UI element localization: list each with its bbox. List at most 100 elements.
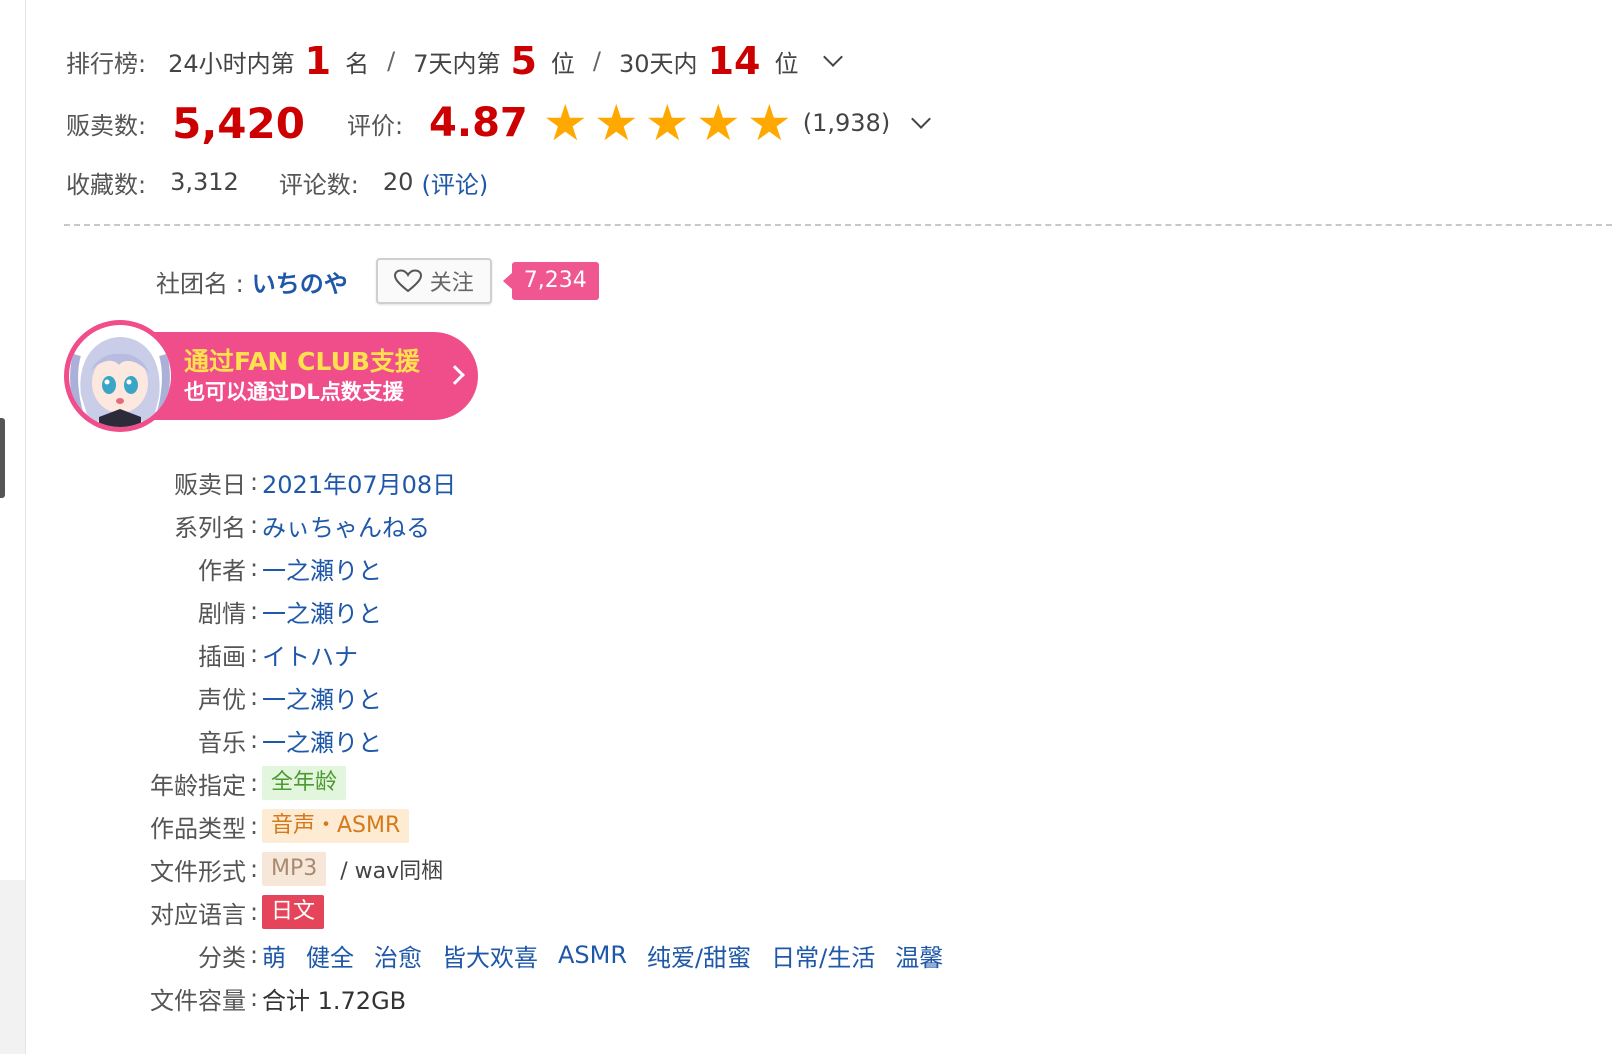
illustration-link[interactable]: イトハナ: [262, 637, 358, 672]
rank-7d-prefix: 7天内第: [413, 49, 501, 78]
info-colon: :: [250, 941, 259, 969]
work-type-label: 作品类型: [150, 814, 246, 843]
fanclub-banner[interactable]: 通过FAN CLUB支援 也可以通过DL点数支援: [64, 320, 480, 432]
info-row-language: 对应语言 : 日文: [0, 892, 325, 932]
info-colon: :: [250, 554, 259, 582]
file-format-tag[interactable]: MP3: [262, 852, 327, 886]
info-colon: :: [250, 597, 259, 625]
genre-link[interactable]: 健全: [306, 938, 354, 973]
chevron-down-icon[interactable]: [911, 109, 932, 129]
info-colon: :: [250, 812, 259, 840]
circle-row: 社团名 : いちのや 关注 7,234: [156, 258, 599, 304]
info-colon: :: [250, 726, 259, 754]
info-row-music: 音乐 : 一之瀬りと: [0, 720, 382, 760]
info-row-age-rating: 年龄指定 : 全年龄: [0, 763, 347, 803]
music-label: 音乐: [198, 728, 246, 757]
favorites-value: 3,312: [170, 168, 239, 196]
circle-label: 社团名 :: [156, 269, 244, 298]
rank-30d-suffix: 位: [774, 49, 799, 78]
favorites-row: 收藏数: 3,312 评论数: 20 (评论): [66, 154, 928, 210]
rank-30d-prefix: 30天内: [619, 49, 698, 78]
illustration-label: 插画: [198, 642, 246, 671]
release-date-label: 贩卖日: [174, 470, 246, 499]
rank-7d-value: 5: [510, 39, 537, 83]
chevron-down-icon[interactable]: [823, 47, 844, 67]
info-row-voice: 声优 : 一之瀬りと: [0, 677, 382, 717]
comments-link[interactable]: (评论): [421, 165, 488, 200]
work-type-tag[interactable]: 音声・ASMR: [262, 809, 410, 843]
rating-value: 4.87: [429, 100, 528, 146]
fanclub-title: 通过FAN CLUB支援: [184, 347, 420, 376]
rank-30d-value: 14: [707, 39, 761, 83]
rating-stars: ★ ★ ★ ★ ★: [540, 98, 795, 148]
music-link[interactable]: 一之瀬りと: [262, 723, 382, 758]
info-colon: :: [250, 855, 259, 883]
info-row-file-format: 文件形式 : MP3 / wav同梱: [0, 849, 443, 889]
character-avatar-image: [69, 325, 171, 427]
star-icon: ★: [644, 94, 690, 152]
info-row-genres: 分类 : 萌 健全 治愈 皆大欢喜 ASMR 纯爱/甜蜜 日常/生活 温馨: [0, 935, 963, 975]
stats-panel: 排行榜: 24小时内第 1 名 / 7天内第 5 位 / 30天内 14 位 贩…: [66, 30, 932, 210]
fanclub-subtitle: 也可以通过DL点数支援: [184, 380, 404, 404]
star-icon: ★: [695, 94, 741, 152]
comments-label: 评论数:: [278, 170, 359, 199]
rank-separator: /: [387, 47, 396, 75]
genre-link[interactable]: 温馨: [895, 938, 943, 973]
comments-value: 20: [382, 168, 414, 196]
file-format-extra: / wav同梱: [340, 859, 444, 884]
genre-link[interactable]: 纯爱/甜蜜: [647, 938, 751, 973]
language-tag[interactable]: 日文: [262, 895, 325, 929]
info-row-work-type: 作品类型 : 音声・ASMR: [0, 806, 410, 846]
rating-count: (1,938): [802, 109, 891, 137]
info-colon: :: [250, 898, 259, 926]
age-rating-label: 年龄指定: [150, 771, 246, 800]
info-row-series: 系列名 : みぃちゃんねる: [0, 505, 430, 545]
star-icon: ★: [542, 94, 588, 152]
info-colon: :: [250, 984, 259, 1012]
star-icon: ★: [746, 94, 792, 152]
sales-label: 贩卖数:: [66, 111, 147, 140]
series-label: 系列名: [174, 513, 246, 542]
info-row-release-date: 贩卖日 : 2021年07月08日: [0, 462, 456, 502]
rating-label: 评价:: [346, 111, 404, 140]
rank-7d-suffix: 位: [550, 49, 575, 78]
info-row-illustration: 插画 : イトハナ: [0, 634, 358, 674]
sales-value: 5,420: [172, 98, 305, 148]
genre-link[interactable]: 皆大欢喜: [442, 938, 538, 973]
genre-link[interactable]: ASMR: [558, 941, 627, 969]
favorites-label: 收藏数:: [66, 170, 147, 199]
info-row-scenario: 剧情 : 一之瀬りと: [0, 591, 382, 631]
info-colon: :: [250, 511, 259, 539]
star-icon: ★: [593, 94, 639, 152]
follow-button[interactable]: 关注: [375, 258, 492, 304]
author-link[interactable]: 一之瀬りと: [262, 551, 382, 586]
rank-24h-suffix: 名: [345, 49, 370, 78]
genre-link[interactable]: 治愈: [374, 938, 422, 973]
follow-label: 关注: [429, 271, 474, 296]
genre-link[interactable]: 萌: [262, 938, 286, 973]
scenario-label: 剧情: [198, 599, 246, 628]
voice-link[interactable]: 一之瀬りと: [262, 680, 382, 715]
series-link[interactable]: みぃちゃんねる: [262, 508, 430, 543]
ranking-row: 排行榜: 24小时内第 1 名 / 7天内第 5 位 / 30天内 14 位: [66, 30, 928, 92]
info-colon: :: [250, 468, 259, 496]
genre-link[interactable]: 日常/生活: [771, 938, 875, 973]
info-row-author: 作者 : 一之瀬りと: [0, 548, 382, 588]
genres-label: 分类: [198, 943, 246, 972]
scenario-link[interactable]: 一之瀬りと: [262, 594, 382, 629]
info-colon: :: [250, 769, 259, 797]
file-format-label: 文件形式: [150, 857, 246, 886]
release-date-link[interactable]: 2021年07月08日: [262, 465, 456, 500]
age-rating-tag[interactable]: 全年龄: [262, 766, 347, 800]
author-label: 作者: [198, 556, 246, 585]
ranking-label: 排行榜:: [66, 49, 147, 78]
avatar: [64, 320, 176, 432]
rank-24h-prefix: 24小时内第: [168, 49, 295, 78]
rank-separator: /: [592, 47, 602, 75]
file-size-label: 文件容量: [150, 986, 246, 1015]
circle-name-link[interactable]: いちのや: [252, 264, 348, 299]
file-size-value: 合计 1.72GB: [262, 986, 407, 1015]
info-colon: :: [250, 640, 259, 668]
info-row-file-size: 文件容量 : 合计 1.72GB: [0, 978, 406, 1018]
follower-count-badge: 7,234: [502, 262, 599, 300]
